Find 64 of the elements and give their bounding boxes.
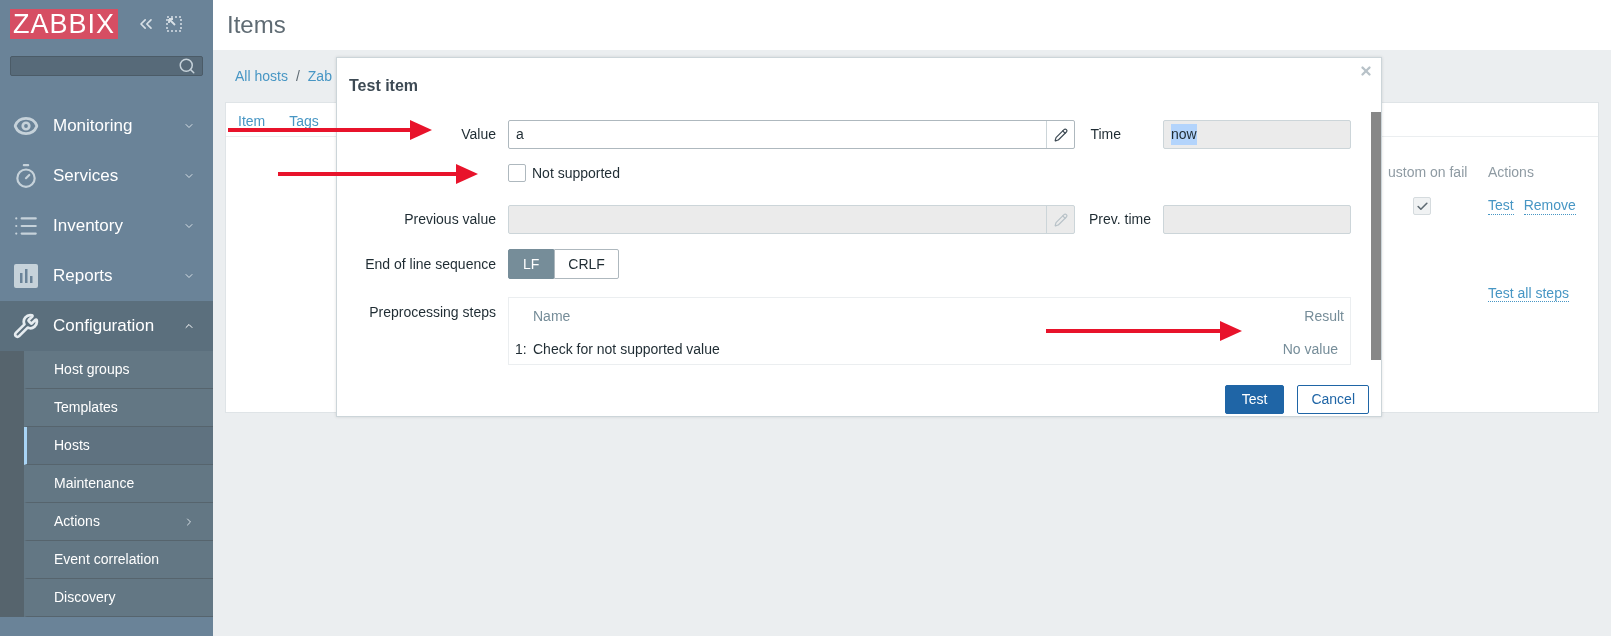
field-label: Value [460,125,496,144]
expand-icon[interactable] [166,16,183,32]
search-icon [178,57,196,75]
menu-label: Services [53,165,120,188]
submenu-label: Event correlation [54,550,161,569]
bar-chart-icon [14,264,38,288]
tab[interactable]: Item [238,111,266,132]
menu-item[interactable]: Services [0,151,213,201]
action-link[interactable]: Test [1488,197,1514,215]
breadcrumb-link[interactable]: Zab [307,65,332,87]
submenu-label: Maintenance [54,474,136,493]
stopwatch-icon [13,163,39,189]
field-value: now [1171,124,1197,145]
value-field[interactable]: a [508,120,1075,149]
logo[interactable]: ZABBIX [10,9,119,39]
column-header: Name [533,307,571,326]
column-header: Actions [1488,163,1535,182]
menu-item[interactable]: Reports [0,251,213,301]
wrench-icon [13,313,39,339]
time-field[interactable]: now [1163,120,1351,149]
checkbox[interactable] [508,164,526,182]
submenu-item[interactable]: Hosts [24,427,213,465]
breadcrumb-separator: / [295,66,300,86]
action-link[interactable]: Remove [1523,197,1576,215]
step-number: 1: [515,340,528,359]
submenu-label: Discovery [54,588,117,607]
step-name: Check for not supported value [533,340,720,359]
tab[interactable]: Tags [289,111,319,132]
cancel-button[interactable]: Cancel [1297,385,1369,414]
scrollbar[interactable] [1371,112,1381,360]
checkbox-label: Not supported [532,163,620,183]
field-label: Time [1089,125,1122,144]
breadcrumb-link[interactable]: All hosts [235,65,288,87]
submenu-label: Hosts [54,436,91,455]
pencil-icon [1053,127,1068,142]
check-icon [1415,199,1429,213]
field-label: Previous value [403,210,496,229]
submenu-label: Templates [54,398,119,417]
field-label: Prev. time [1088,210,1151,229]
menu-label: Configuration [53,315,156,338]
test-button[interactable]: Test [1224,385,1285,414]
menu-item[interactable]: Inventory [0,201,213,251]
search-field[interactable] [10,56,203,76]
page-title: Items [227,10,286,40]
menu-label: Inventory [53,215,124,238]
submenu-label: Host groups [54,360,131,379]
menu-label: Reports [53,265,114,288]
segment-option[interactable]: CRLF [554,249,619,279]
checkbox[interactable] [1413,197,1431,215]
column-header: Result [1304,307,1344,326]
field-label: End of line sequence [364,254,496,274]
pencil-icon [1053,212,1068,227]
menu-label: Monitoring [53,115,134,138]
dialog-title: Test item [349,76,419,96]
segment-option[interactable]: LF [508,249,555,279]
column-header: ustom on fail [1388,163,1469,182]
submenu-label: Actions [54,512,101,531]
field-value: a [515,125,525,144]
menu-item[interactable]: Configuration [0,301,213,351]
close-icon[interactable] [1359,64,1373,78]
test-all-steps-link[interactable]: Test all steps [1488,285,1569,302]
step-result: No value [1282,340,1339,359]
field-label: Preprocessing steps [368,303,496,322]
menu-item[interactable]: Monitoring [0,101,213,151]
